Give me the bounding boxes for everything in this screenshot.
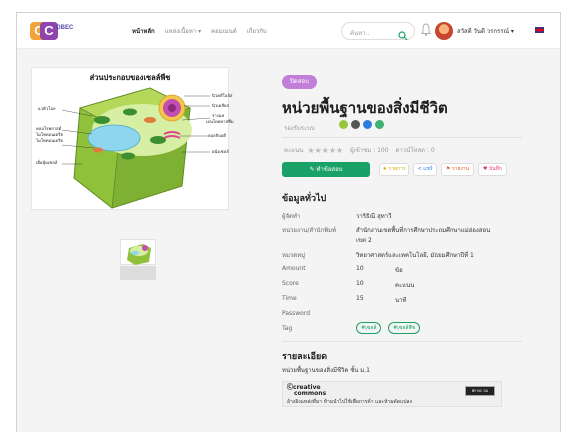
cc-badge-text: BY NC SA: [471, 389, 489, 393]
info-value-category: วิทยาศาสตร์และเทคโนโลยี, มัธยมศึกษาปีที่…: [356, 252, 474, 259]
image-title: ส่วนประกอบของเซลล์พืช: [89, 73, 171, 82]
info-value-publisher: สำนักงานเขตพื้นที่การศึกษาประถมศึกษาแม่ฮ…: [356, 227, 491, 234]
take-exam-label: ทำข้อสอบ: [316, 166, 343, 173]
info-value-amount: 10: [356, 265, 364, 272]
download-count: ดาวน์โหลด : 0: [395, 147, 435, 154]
info-key-amount: Amount: [282, 265, 306, 272]
main-image[interactable]: ส่วนประกอบของเซลล์พืช แวคิวโอล คลอโรพลาส…: [31, 67, 234, 210]
bookmark-button[interactable]: ♥ บันทึก: [478, 163, 507, 176]
thumbnail-placeholder[interactable]: [120, 266, 156, 280]
creative-commons-logo[interactable]: Ⓒcreative commons: [287, 385, 326, 397]
nav-home[interactable]: หน้าหลัก: [132, 26, 155, 36]
cell-label: ไมโทคอนเดรีย: [36, 132, 63, 137]
windows-icon: [363, 120, 372, 129]
main-nav: หน้าหลัก แหล่งเนื้อหา ▾ คอมเมนต์ เกี่ยวก…: [132, 26, 267, 36]
cell-label: นิวคลีโอลัส: [212, 93, 233, 98]
description-text: หน่วยพื้นฐานของสิ่งมีชีวิต ชั้น ม.1: [282, 367, 370, 374]
info-key-score: Score: [282, 280, 299, 287]
cell-label: เอนโดพลาสซึม: [206, 119, 234, 124]
info-value-time: 15: [356, 295, 364, 302]
status-badge: ปิดสอบ: [282, 75, 317, 89]
cell-label: ร่างแห: [212, 113, 225, 118]
info-key-author: ผู้จัดทำ: [282, 213, 301, 220]
search-placeholder: ค้นหา..: [350, 30, 370, 37]
license-text: อ้างอิงแหล่งที่มา ห้ามนำไปใช้เพื่อการค้า…: [287, 399, 412, 405]
general-info-heading: ข้อมูลทั่วไป: [282, 194, 327, 204]
info-value-score: 10: [356, 280, 364, 287]
cell-label: นิวเคลียส: [212, 103, 230, 108]
report-button[interactable]: ⚑ รายงาน: [441, 163, 474, 176]
browser-frame: C C OBEC หน้าหลัก แหล่งเนื้อหา ▾ คอมเมนต…: [16, 12, 561, 432]
cc-by-nc-sa-badge[interactable]: BY NC SA: [465, 386, 495, 396]
tag-pill[interactable]: #เซลล์: [356, 322, 382, 334]
web-icon: [375, 120, 384, 129]
thumbnail-cell-icon: [127, 244, 151, 265]
search-input[interactable]: ค้นหา..: [341, 22, 415, 41]
rating-label: คะแนน: [284, 147, 304, 154]
nav-comments[interactable]: คอมเมนต์: [211, 26, 237, 36]
tag-pill[interactable]: #เซลล์พืช: [388, 322, 421, 334]
take-exam-button[interactable]: ✎ ทำข้อสอบ: [282, 162, 370, 177]
bell-icon[interactable]: [421, 22, 431, 41]
cell-label: คลอโรพลาสต์: [36, 126, 62, 131]
license-box: Ⓒcreative commons BY NC SA อ้างอิงแหล่งท…: [282, 381, 502, 407]
apple-icon: [351, 120, 360, 129]
info-unit-time: นาที: [395, 297, 407, 304]
share-button[interactable]: < แชร์: [413, 163, 437, 176]
cell-label: กอลจิบอดี: [208, 133, 226, 138]
cell-label: แวคิวโอล: [38, 106, 56, 111]
avatar[interactable]: [435, 22, 453, 40]
info-key-publisher: หน่วยงาน/สำนักพิมพ์: [282, 227, 336, 234]
rating-row: คะแนน ★★★★★ ผู้เข้าชม : 100 ดาวน์โหลด : …: [284, 145, 435, 155]
divider: [282, 137, 522, 138]
image-thumbnail[interactable]: [120, 239, 156, 265]
favorite-button[interactable]: ★ รายการ: [379, 163, 409, 176]
cc-logo-line2: commons: [294, 390, 327, 397]
logo-text: OBEC: [56, 25, 74, 31]
info-unit-amount: ข้อ: [395, 267, 403, 274]
search-icon[interactable]: [398, 26, 408, 45]
cell-label: เยื่อหุ้มเซลล์: [36, 160, 58, 165]
nav-about[interactable]: เกี่ยวกับ: [247, 26, 267, 36]
divider: [282, 341, 522, 342]
cell-label: ผนังเซลล์: [212, 149, 229, 154]
uk-flag-icon[interactable]: [535, 27, 544, 33]
info-key-time: Time: [282, 295, 297, 302]
star-rating-icon[interactable]: ★★★★★: [307, 146, 343, 155]
info-value-publisher-line2: เขต 2: [356, 237, 372, 244]
main-content: ส่วนประกอบของเซลล์พืช แวคิวโอล คลอโรพลาส…: [17, 49, 560, 432]
site-logo[interactable]: C C OBEC: [30, 22, 76, 40]
description-heading: รายละเอียด: [282, 352, 328, 362]
user-menu[interactable]: สวัสดี วันดี วรกรรณ์ ▾: [457, 26, 514, 36]
platform-icons: [339, 120, 384, 129]
page-title: หน่วยพื้นฐานของสิ่งมีชีวิต: [282, 99, 448, 117]
view-count: ผู้เข้าชม : 100: [350, 147, 389, 154]
platform-label: รองรับระบบ: [284, 125, 315, 132]
android-icon: [339, 120, 348, 129]
top-header: C C OBEC หน้าหลัก แหล่งเนื้อหา ▾ คอมเมนต…: [17, 13, 560, 49]
info-key-password: Password: [282, 310, 311, 317]
info-key-category: หมวดหมู่: [282, 252, 306, 259]
info-value-author: วาริธิณี สุทาวี: [356, 213, 392, 220]
info-unit-score: คะแนน: [395, 282, 415, 289]
cell-label: ไมโทคอนเดรีย: [36, 138, 63, 143]
info-key-tag: Tag: [282, 325, 293, 332]
nav-content-source[interactable]: แหล่งเนื้อหา ▾: [165, 26, 201, 36]
